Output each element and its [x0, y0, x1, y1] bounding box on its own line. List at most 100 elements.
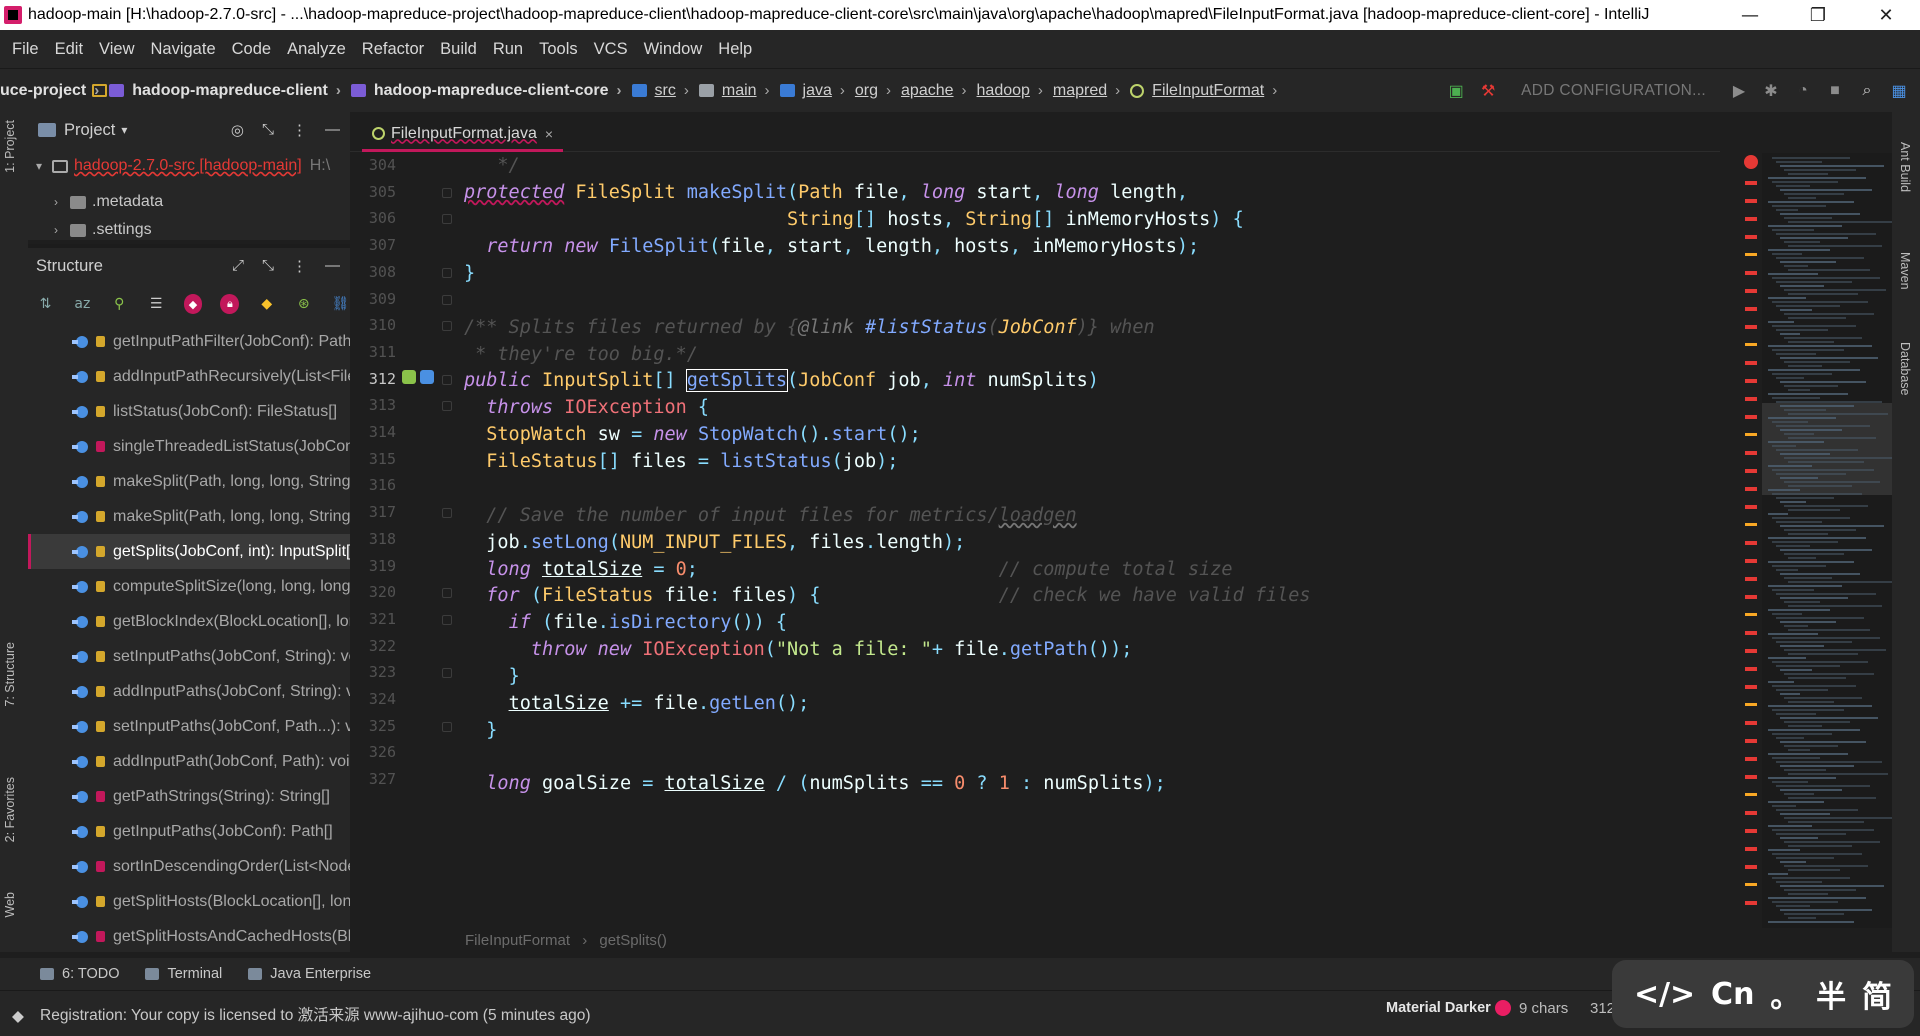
problem-marker[interactable] — [1745, 667, 1757, 671]
show-lambdas-icon[interactable]: ◆ — [257, 294, 276, 314]
breadcrumb-item[interactable]: hadoop-mapreduce-client › — [109, 82, 351, 100]
tree-root[interactable]: ▾ hadoop-2.7.0-src [hadoop-main] H:\ — [28, 148, 350, 184]
web-tool-button[interactable]: Web — [3, 892, 17, 917]
sort-alphabetically-icon[interactable]: az — [73, 294, 92, 314]
locate-icon[interactable]: ◎ — [231, 121, 244, 139]
problem-marker[interactable] — [1745, 487, 1757, 491]
anonymous-classes-icon[interactable]: ⊛ — [294, 294, 313, 314]
ime-language-toggle[interactable]: Cn — [1711, 977, 1754, 1012]
fold-marker-icon[interactable] — [442, 294, 452, 305]
terminal-icon[interactable]: ▣ — [1447, 82, 1465, 100]
breadcrumb-item[interactable]: java › — [779, 82, 855, 100]
structure-item[interactable]: setInputPaths(JobConf, String): void — [28, 639, 350, 674]
problem-marker[interactable] — [1745, 811, 1757, 815]
structure-item[interactable]: addInputPathRecursively(List<FileStatus>… — [28, 359, 350, 394]
problem-marker[interactable] — [1745, 325, 1757, 329]
database-tool-button[interactable]: Database — [1898, 342, 1912, 396]
structure-item[interactable]: setInputPaths(JobConf, Path...): void — [28, 709, 350, 744]
maximize-button[interactable]: ❐ — [1784, 0, 1852, 30]
problem-marker[interactable] — [1745, 397, 1757, 401]
hide-panel-icon[interactable]: — — [325, 121, 340, 139]
breadcrumb-item[interactable]: src › — [631, 82, 699, 100]
problem-marker[interactable] — [1745, 541, 1757, 545]
menu-window[interactable]: Window — [636, 40, 711, 59]
menu-view[interactable]: View — [91, 40, 142, 59]
show-non-public-icon[interactable]: 🔒︎ — [220, 294, 240, 314]
problem-marker[interactable] — [1745, 469, 1757, 473]
problem-marker[interactable] — [1745, 631, 1757, 635]
structure-item[interactable]: makeSplit(Path, long, long, String[]): F… — [28, 464, 350, 499]
add-configuration-button[interactable]: ADD CONFIGURATION... — [1511, 82, 1716, 100]
fold-marker-icon[interactable] — [442, 214, 452, 225]
structure-item[interactable]: listStatus(JobConf): FileStatus[] — [28, 394, 350, 429]
problem-marker[interactable] — [1745, 361, 1757, 365]
fold-marker-icon[interactable] — [442, 668, 452, 679]
error-indicator-icon[interactable] — [1744, 155, 1758, 169]
problem-marker[interactable] — [1745, 613, 1757, 616]
structure-item[interactable]: getSplitHostsAndCachedHosts(BlockLocatio… — [28, 919, 350, 954]
problem-marker[interactable] — [1745, 181, 1757, 185]
problem-marker[interactable] — [1745, 253, 1757, 256]
project-tool-button[interactable]: 1: Project — [3, 120, 17, 173]
structure-item[interactable]: computeSplitSize(long, long, long): long — [28, 569, 350, 604]
problem-marker[interactable] — [1745, 505, 1757, 509]
problem-marker[interactable] — [1745, 415, 1757, 419]
problem-marker[interactable] — [1745, 901, 1757, 905]
ime-punctuation-toggle[interactable]: 。 — [1770, 972, 1800, 1016]
tree-item[interactable]: › .metadata — [28, 184, 350, 220]
problem-marker[interactable] — [1745, 343, 1757, 346]
fold-marker-icon[interactable] — [442, 588, 452, 599]
problem-marker[interactable] — [1745, 289, 1757, 293]
code-editor[interactable]: 304 305 306 307 308 309 310 311 312 313 314 315 316 3… — [350, 153, 1742, 928]
editor-breadcrumb-method[interactable]: getSplits() — [599, 932, 667, 949]
menu-help[interactable]: Help — [710, 40, 760, 59]
editor-gutter[interactable]: 304 305 306 307 308 309 310 311 312 313 314 315 316 3… — [350, 153, 458, 928]
problem-marker[interactable] — [1745, 523, 1757, 526]
terminal-tool-button[interactable]: Terminal — [145, 966, 222, 982]
error-stripe[interactable] — [1742, 153, 1758, 928]
structure-item[interactable]: getBlockIndex(BlockLocation[], long): in… — [28, 604, 350, 639]
project-structure-icon[interactable]: ▦ — [1890, 82, 1908, 100]
structure-item[interactable]: sortInDescendingOrder(List<NodeInfo>): v… — [28, 849, 350, 884]
menu-tools[interactable]: Tools — [531, 40, 586, 59]
structure-item[interactable]: getSplits(JobConf, int): InputSplit[] — [28, 534, 350, 569]
problem-marker[interactable] — [1745, 865, 1757, 869]
problem-marker[interactable] — [1745, 685, 1757, 689]
fold-marker-icon[interactable] — [442, 267, 452, 278]
structure-item[interactable]: getInputPaths(JobConf): Path[] — [28, 814, 350, 849]
menu-edit[interactable]: Edit — [47, 40, 91, 59]
breadcrumb-item[interactable]: org › — [92, 82, 901, 100]
breadcrumb-item[interactable]: mapred › — [92, 82, 1130, 100]
menu-run[interactable]: Run — [485, 40, 531, 59]
fold-marker-icon[interactable] — [442, 321, 452, 332]
close-window-button[interactable]: ✕ — [1852, 0, 1920, 30]
problem-marker[interactable] — [1745, 577, 1757, 581]
structure-item[interactable]: getInputPathFilter(JobConf): PathFilter — [28, 324, 350, 359]
structure-item[interactable]: getPathStrings(String): String[] — [28, 779, 350, 814]
structure-tool-button[interactable]: 7: Structure — [3, 642, 17, 707]
menu-file[interactable]: File — [4, 40, 47, 59]
implemented-method-icon[interactable] — [420, 369, 434, 384]
collapse-icon[interactable]: ⤡ — [262, 121, 274, 139]
collapse-icon[interactable]: ⤡ — [262, 257, 274, 275]
menu-build[interactable]: Build — [432, 40, 485, 59]
problem-marker[interactable] — [1745, 307, 1757, 311]
overridden-method-icon[interactable] — [402, 369, 416, 384]
problem-marker[interactable] — [1745, 217, 1757, 221]
java-enterprise-tool-button[interactable]: Java Enterprise — [248, 966, 371, 982]
project-panel-title[interactable]: Project — [64, 121, 115, 140]
profile-icon[interactable]: ◔ — [1794, 82, 1812, 100]
fold-marker-icon[interactable] — [442, 721, 452, 732]
problem-marker[interactable] — [1745, 793, 1757, 796]
chevron-down-icon[interactable]: ▾ — [121, 123, 127, 137]
menu-refactor[interactable]: Refactor — [354, 40, 432, 59]
minimize-button[interactable]: — — [1716, 0, 1784, 30]
show-inherited-icon[interactable]: ⚲ — [110, 294, 129, 314]
event-log-icon[interactable]: ◆ — [12, 1007, 26, 1025]
stop-icon[interactable]: ■ — [1826, 82, 1844, 100]
menu-navigate[interactable]: Navigate — [143, 40, 224, 59]
problem-marker[interactable] — [1745, 649, 1757, 653]
problem-marker[interactable] — [1745, 433, 1757, 436]
favorites-tool-button[interactable]: 2: Favorites — [3, 777, 17, 842]
problem-marker[interactable] — [1745, 847, 1757, 851]
